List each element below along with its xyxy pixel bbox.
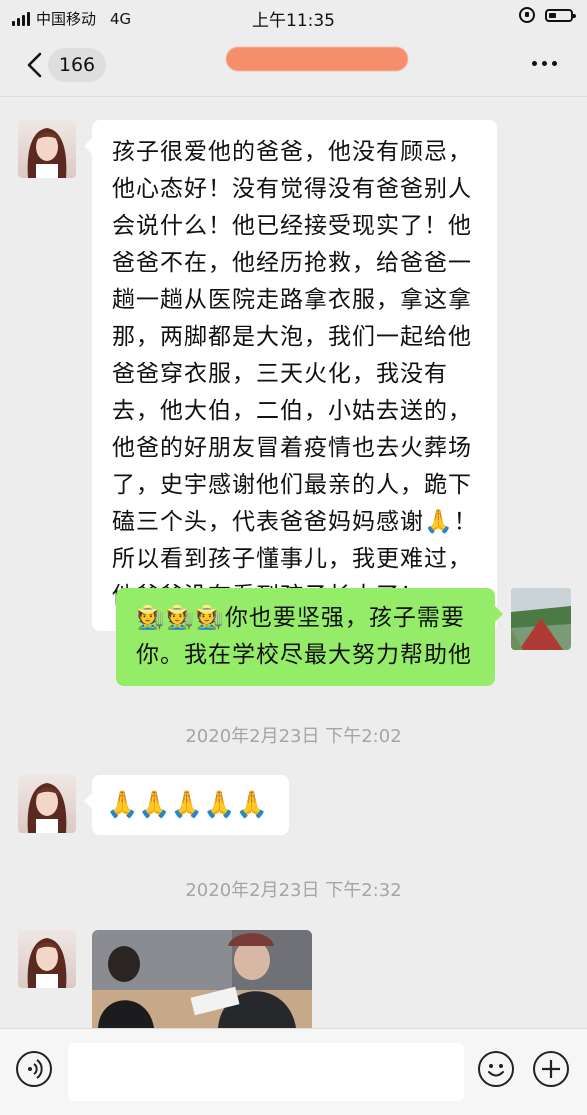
battery-icon [545,8,576,22]
message-bubble-received[interactable]: 孩子很爱他的爸爸，他没有顾忌，他心态好！没有觉得没有爸爸别人会说什么！他已经接受… [84,120,497,631]
timestamp: 2020年2月23日 下午2:32 [185,880,402,901]
more-dots-icon[interactable] [532,61,557,66]
unread-count-badge[interactable]: 166 [48,48,106,82]
avatar[interactable] [18,775,76,833]
chat-header: 166 [0,34,587,97]
photo-thumbnail [92,930,312,1028]
message-bubble-sent[interactable]: 🧑‍🌾🧑‍🌾🧑‍🌾你也要坚强，孩子需要你。我在学校尽最大努力帮助他 [116,588,503,686]
voice-icon[interactable] [16,1051,52,1087]
image-message[interactable] [92,930,312,1028]
self-avatar[interactable] [511,588,571,650]
status-right [519,7,576,23]
smiley-icon[interactable] [478,1051,514,1087]
message-bubble-received[interactable]: 🙏🙏🙏🙏🙏 [84,775,289,835]
message-text: 孩子很爱他的爸爸，他没有顾忌，他心态好！没有觉得没有爸爸别人会说什么！他已经接受… [112,139,478,609]
plus-icon[interactable] [533,1051,569,1087]
message-text: 🧑‍🌾🧑‍🌾🧑‍🌾你也要坚强，孩子需要你。我在学校尽最大努力帮助他 [136,605,472,668]
message-input[interactable] [68,1043,464,1101]
contact-name-redacted [226,47,408,71]
status-bar: 中国移动 4G 上午11:35 [0,0,587,34]
status-time: 上午11:35 [252,11,335,31]
input-bar [0,1028,587,1115]
avatar[interactable] [18,930,76,988]
chevron-left-icon[interactable] [24,52,46,78]
rotation-lock-icon [519,7,535,23]
message-text: 🙏🙏🙏🙏🙏 [106,790,268,820]
timestamp: 2020年2月23日 下午2:02 [185,726,402,747]
avatar[interactable] [18,120,76,178]
